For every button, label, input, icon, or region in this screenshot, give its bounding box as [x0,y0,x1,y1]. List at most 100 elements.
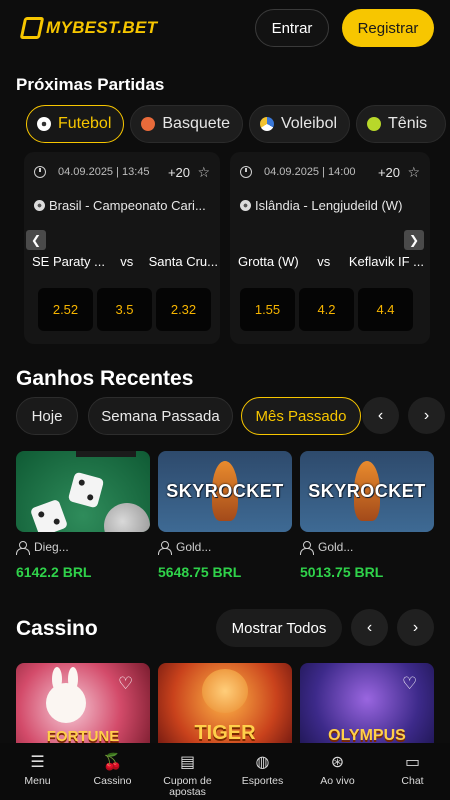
next-match-button[interactable]: ❯ [404,230,424,250]
game-art-text: TIGER [194,722,256,744]
match-datetime: 04.09.2025 | 14:00 [264,166,356,178]
odd-draw[interactable]: 3.5 [97,288,152,331]
sport-tabs: Futebol Basquete Voleibol Tênis [26,105,447,143]
menu-icon: ☰ [30,754,45,771]
chevron-left-icon: ‹ [366,618,373,636]
odd-home[interactable]: 2.52 [38,288,93,331]
away-team: Keflavik IF ... [348,254,424,269]
clock-icon [34,166,46,178]
match-teams: SE Paraty ... vs Santa Cru... [32,254,218,269]
game-thumbnail [16,451,150,532]
chevron-right-icon: › [412,618,419,636]
login-button[interactable]: Entrar [255,9,329,47]
dice-icon [29,498,69,532]
star-icon[interactable]: ☆ [407,164,420,181]
logo[interactable]: MYBEST.BET [19,17,158,39]
logo-text: MYBEST.BET [46,18,158,37]
rabbit-art [46,683,86,723]
vs-label: vs [317,254,331,269]
nav-label: Menu [24,775,51,787]
league-name: Islândia - Lengjudeild (W) [255,198,403,213]
win-user: Dieg... [16,540,150,555]
nav-label: Chat [401,775,424,787]
tab-label: Basquete [162,115,230,132]
tab-basketball[interactable]: Basquete [130,105,243,143]
soccer-ball-icon [37,117,51,131]
more-markets-count[interactable]: +20 [168,165,190,180]
game-card-fortune-rabbit[interactable]: ♡ FORTUNE [16,663,150,753]
casino-title: Cassino [16,617,98,640]
logo-icon [19,17,45,39]
match-header: 04.09.2025 | 14:00 +20 ☆ [240,162,420,182]
win-card[interactable]: Dieg... 6142.2 BRL [16,451,150,580]
match-league: Islândia - Lengjudeild (W) [240,198,420,213]
heart-icon[interactable]: ♡ [402,675,418,692]
nav-live[interactable]: ⊛ Ao vivo [300,743,375,800]
odd-home[interactable]: 1.55 [240,288,295,331]
win-user: Gold... [300,540,434,555]
tab-volleyball[interactable]: Voleibol [248,105,351,143]
match-teams: Grotta (W) vs Keflavik IF ... [238,254,424,269]
wins-prev-button[interactable]: ‹ [362,397,399,434]
match-card[interactable]: 04.09.2025 | 14:00 +20 ☆ Islândia - Leng… [230,152,430,344]
basketball-icon [141,117,156,131]
nav-label: Cupom de apostas [163,775,212,798]
period-tab-today[interactable]: Hoje [16,397,78,435]
user-icon [158,540,172,555]
heart-icon[interactable]: ♡ [118,675,134,692]
game-title: SKYROCKET [166,481,284,501]
live-icon: ⊛ [330,754,345,771]
period-tab-last-month[interactable]: Mês Passado [241,397,361,435]
casino-prev-button[interactable]: ‹ [351,609,388,646]
nav-casino[interactable]: 🍒 Cassino [75,743,150,800]
wins-next-button[interactable]: › [408,397,445,434]
home-team: SE Paraty ... [32,254,105,269]
username: Dieg... [34,540,69,554]
chevron-left-icon: ‹ [377,406,384,424]
show-all-button[interactable]: Mostrar Todos [216,609,342,647]
user-icon [300,540,314,555]
nav-chat[interactable]: ▭ Chat [375,743,450,800]
nav-sports[interactable]: ◍ Esportes [225,743,300,800]
tab-label: Futebol [58,115,112,132]
game-card-gates-of-olympus[interactable]: ♡ OLYMPUS [300,663,434,753]
match-league: Brasil - Campeonato Cari... [34,198,214,213]
upcoming-title: Próximas Partidas [16,75,165,94]
game-card-fortune-tiger[interactable]: TIGER [158,663,292,753]
odd-draw[interactable]: 4.2 [299,288,354,331]
away-team: Santa Cru... [148,254,218,269]
dice-icon [67,471,105,509]
tab-tennis[interactable]: Tênis [356,105,447,143]
match-odds: 1.55 4.2 4.4 [240,288,413,331]
match-card[interactable]: 04.09.2025 | 13:45 +20 ☆ Brasil - Campeo… [24,152,220,344]
odd-away[interactable]: 4.4 [358,288,413,331]
casino-next-button[interactable]: › [397,609,434,646]
clock-icon [240,166,252,178]
tab-soccer[interactable]: Futebol [26,105,125,143]
odd-away[interactable]: 2.32 [156,288,211,331]
recent-wins-title: Ganhos Recentes [16,367,194,390]
bottom-nav: ☰ Menu 🍒 Cassino ▤ Cupom de apostas ◍ Es… [0,743,450,800]
vs-label: vs [120,254,134,269]
win-card[interactable]: SKYROCKET Gold... 5648.75 BRL [158,451,292,580]
nav-betslip[interactable]: ▤ Cupom de apostas [150,743,225,800]
chevron-right-icon: ❯ [408,233,420,247]
star-icon[interactable]: ☆ [197,164,210,181]
chip-icon [104,503,150,532]
win-amount: 5648.75 BRL [158,564,242,580]
register-button[interactable]: Registrar [342,9,434,47]
game-art-text: OLYMPUS [328,727,406,744]
chevron-left-icon: ❮ [30,233,42,247]
tab-label: Voleibol [280,115,338,132]
nav-menu[interactable]: ☰ Menu [0,743,75,800]
win-card[interactable]: SKYROCKET Gold... 5013.75 BRL [300,451,434,580]
username: Gold... [318,540,354,554]
period-tab-last-week[interactable]: Semana Passada [88,397,233,435]
user-icon [16,540,30,555]
cherries-icon: 🍒 [102,754,123,771]
more-markets-count[interactable]: +20 [378,165,400,180]
game-thumbnail: SKYROCKET [158,451,292,532]
prev-match-button[interactable]: ❮ [26,230,46,250]
match-odds: 2.52 3.5 2.32 [38,288,211,331]
win-amount: 5013.75 BRL [300,564,384,580]
